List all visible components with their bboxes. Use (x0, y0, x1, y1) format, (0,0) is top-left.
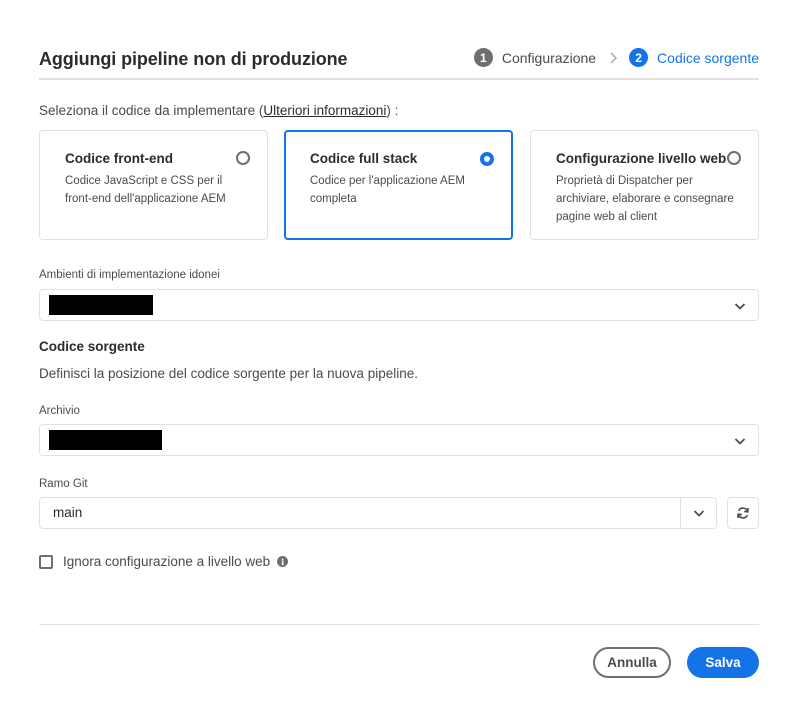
step-label: Codice sorgente (657, 49, 759, 66)
step-number: 2 (629, 48, 649, 67)
prompt-text-after: ) : (386, 103, 399, 118)
git-branch-combobox[interactable]: main (39, 497, 717, 529)
cancel-button[interactable]: Annulla (593, 647, 671, 678)
refresh-branches-button[interactable] (727, 497, 759, 529)
step-configuration[interactable]: 1 Configurazione (473, 48, 597, 67)
header-divider (39, 78, 759, 80)
chevron-right-icon (609, 51, 618, 64)
step-source-code[interactable]: 2 Codice sorgente (629, 48, 759, 67)
option-title: Configurazione livello web (556, 151, 727, 166)
code-selection-prompt: Seleziona il codice da implementare (Ult… (39, 103, 398, 118)
code-type-options: Codice front-end Codice JavaScript e CSS… (39, 130, 759, 240)
ignore-web-tier-label[interactable]: Ignora configurazione a livello web (63, 554, 270, 569)
option-title: Codice front-end (65, 151, 173, 166)
chevron-down-icon (734, 303, 746, 310)
repository-select[interactable] (39, 424, 759, 456)
option-card-frontend[interactable]: Codice front-end Codice JavaScript e CSS… (39, 130, 268, 240)
wizard-stepper: 1 Configurazione 2 Codice sorgente (473, 48, 759, 67)
environments-select[interactable] (39, 289, 759, 321)
info-icon[interactable]: i (277, 556, 289, 567)
refresh-icon (737, 507, 749, 519)
git-branch-value[interactable]: main (53, 505, 82, 520)
option-description: Codice JavaScript e CSS per il front-end… (65, 175, 226, 205)
chevron-down-icon (734, 438, 746, 445)
option-radio[interactable] (236, 151, 250, 165)
repository-label: Archivio (39, 405, 80, 417)
option-card-web-tier[interactable]: Configurazione livello web Proprietà di … (530, 130, 759, 240)
environments-label: Ambienti di implementazione idonei (39, 269, 220, 281)
source-code-description: Definisci la posizione del codice sorgen… (39, 366, 418, 381)
option-card-fullstack[interactable]: Codice full stack Codice per l'applicazi… (284, 130, 513, 240)
redacted-value (49, 295, 153, 315)
option-radio[interactable] (727, 151, 741, 165)
prompt-text-before: Seleziona il codice da implementare ( (39, 103, 264, 118)
option-description: Codice per l'applicazione AEM completa (310, 175, 465, 205)
git-branch-label: Ramo Git (39, 478, 88, 490)
redacted-value (49, 430, 162, 450)
ignore-web-tier-row: Ignora configurazione a livello web i (39, 554, 289, 569)
more-info-link[interactable]: Ulteriori informazioni (263, 103, 386, 118)
ignore-web-tier-checkbox[interactable] (39, 554, 53, 569)
dialog-title: Aggiungi pipeline non di produzione (39, 49, 348, 69)
chevron-down-icon[interactable] (692, 506, 706, 520)
add-pipeline-dialog: Aggiungi pipeline non di produzione 1 Co… (0, 0, 795, 714)
source-code-title: Codice sorgente (39, 339, 145, 354)
option-description: Proprietà di Dispatcher per archiviare, … (556, 175, 734, 223)
step-number: 1 (473, 48, 493, 67)
option-title: Codice full stack (310, 151, 418, 166)
footer-divider (39, 624, 759, 625)
save-button[interactable]: Salva (687, 647, 759, 678)
step-label: Configurazione (501, 49, 597, 66)
combobox-divider (680, 498, 681, 528)
option-radio[interactable] (480, 152, 494, 166)
